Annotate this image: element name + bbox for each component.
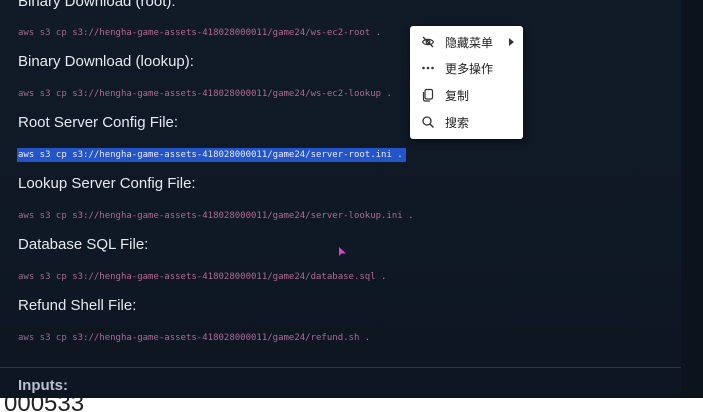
more-dots-icon xyxy=(421,61,435,75)
right-scroll-rail[interactable] xyxy=(681,0,703,412)
submenu-arrow-icon xyxy=(509,38,514,46)
menu-item-label: 搜索 xyxy=(445,115,470,130)
documentation-panel: Binary Download (root): aws s3 cp s3://h… xyxy=(0,0,681,412)
command-path: s3://hengha-game-assets-418028000011/gam… xyxy=(72,272,376,282)
command-prefix: aws s3 cp xyxy=(18,150,73,160)
command-binary-lookup[interactable]: aws s3 cp s3://hengha-game-assets-418028… xyxy=(18,88,392,100)
command-suffix: . xyxy=(359,333,371,343)
command-path: s3://hengha-game-assets-418028000011/gam… xyxy=(72,89,382,99)
command-prefix: aws s3 cp xyxy=(18,89,73,99)
menu-item-copy[interactable]: 复制 xyxy=(410,82,523,108)
command-suffix: . xyxy=(381,89,392,99)
menu-item-search[interactable]: 搜索 xyxy=(410,109,523,135)
bottom-number-text: 000533 xyxy=(4,398,85,412)
eye-off-icon xyxy=(421,35,435,49)
section-heading-refund-shell: Refund Shell File: xyxy=(18,297,137,314)
section-heading-binary-lookup: Binary Download (lookup): xyxy=(18,53,194,70)
command-path: s3://hengha-game-assets-418028000011/gam… xyxy=(72,28,371,38)
command-prefix: aws s3 cp xyxy=(18,28,73,38)
command-lookup-config[interactable]: aws s3 cp s3://hengha-game-assets-418028… xyxy=(18,210,414,222)
context-menu: 隐藏菜单 更多操作 复制 搜索 xyxy=(410,26,523,139)
command-database-sql[interactable]: aws s3 cp s3://hengha-game-assets-418028… xyxy=(18,271,386,283)
menu-item-label: 复制 xyxy=(445,88,470,103)
command-suffix: . xyxy=(370,28,382,38)
bottom-overlay-bar: 000533 xyxy=(0,398,703,412)
copy-icon xyxy=(421,88,435,102)
menu-item-label: 隐藏菜单 xyxy=(445,35,494,50)
command-suffix: . xyxy=(402,211,414,221)
command-path: s3://hengha-game-assets-418028000011/gam… xyxy=(72,211,403,221)
command-path: s3://hengha-game-assets-418028000011/gam… xyxy=(72,150,392,160)
section-heading-lookup-config: Lookup Server Config File: xyxy=(18,175,196,192)
menu-item-hide-menu[interactable]: 隐藏菜单 xyxy=(410,29,523,55)
screenshot-page: Binary Download (root): aws s3 cp s3://h… xyxy=(0,0,703,412)
command-prefix: aws s3 cp xyxy=(18,333,73,343)
command-prefix: aws s3 cp xyxy=(18,211,73,221)
command-prefix: aws s3 cp xyxy=(18,272,73,282)
command-refund-shell[interactable]: aws s3 cp s3://hengha-game-assets-418028… xyxy=(18,332,370,344)
command-suffix: . xyxy=(375,272,387,282)
command-root-config-selected[interactable]: aws s3 cp s3://hengha-game-assets-418028… xyxy=(17,148,406,162)
command-suffix: . xyxy=(391,150,403,160)
menu-item-more-actions[interactable]: 更多操作 xyxy=(410,55,523,81)
section-heading-binary-root: Binary Download (root): xyxy=(18,0,176,10)
menu-item-label: 更多操作 xyxy=(445,61,494,76)
section-heading-root-config: Root Server Config File: xyxy=(18,114,179,131)
command-path: s3://hengha-game-assets-418028000011/gam… xyxy=(72,333,360,343)
section-heading-database-sql: Database SQL File: xyxy=(18,236,149,253)
section-divider xyxy=(0,367,681,368)
inputs-heading: Inputs: xyxy=(18,377,68,394)
search-icon xyxy=(421,115,435,129)
command-binary-root[interactable]: aws s3 cp s3://hengha-game-assets-418028… xyxy=(18,27,381,39)
mouse-cursor-icon xyxy=(339,247,346,256)
